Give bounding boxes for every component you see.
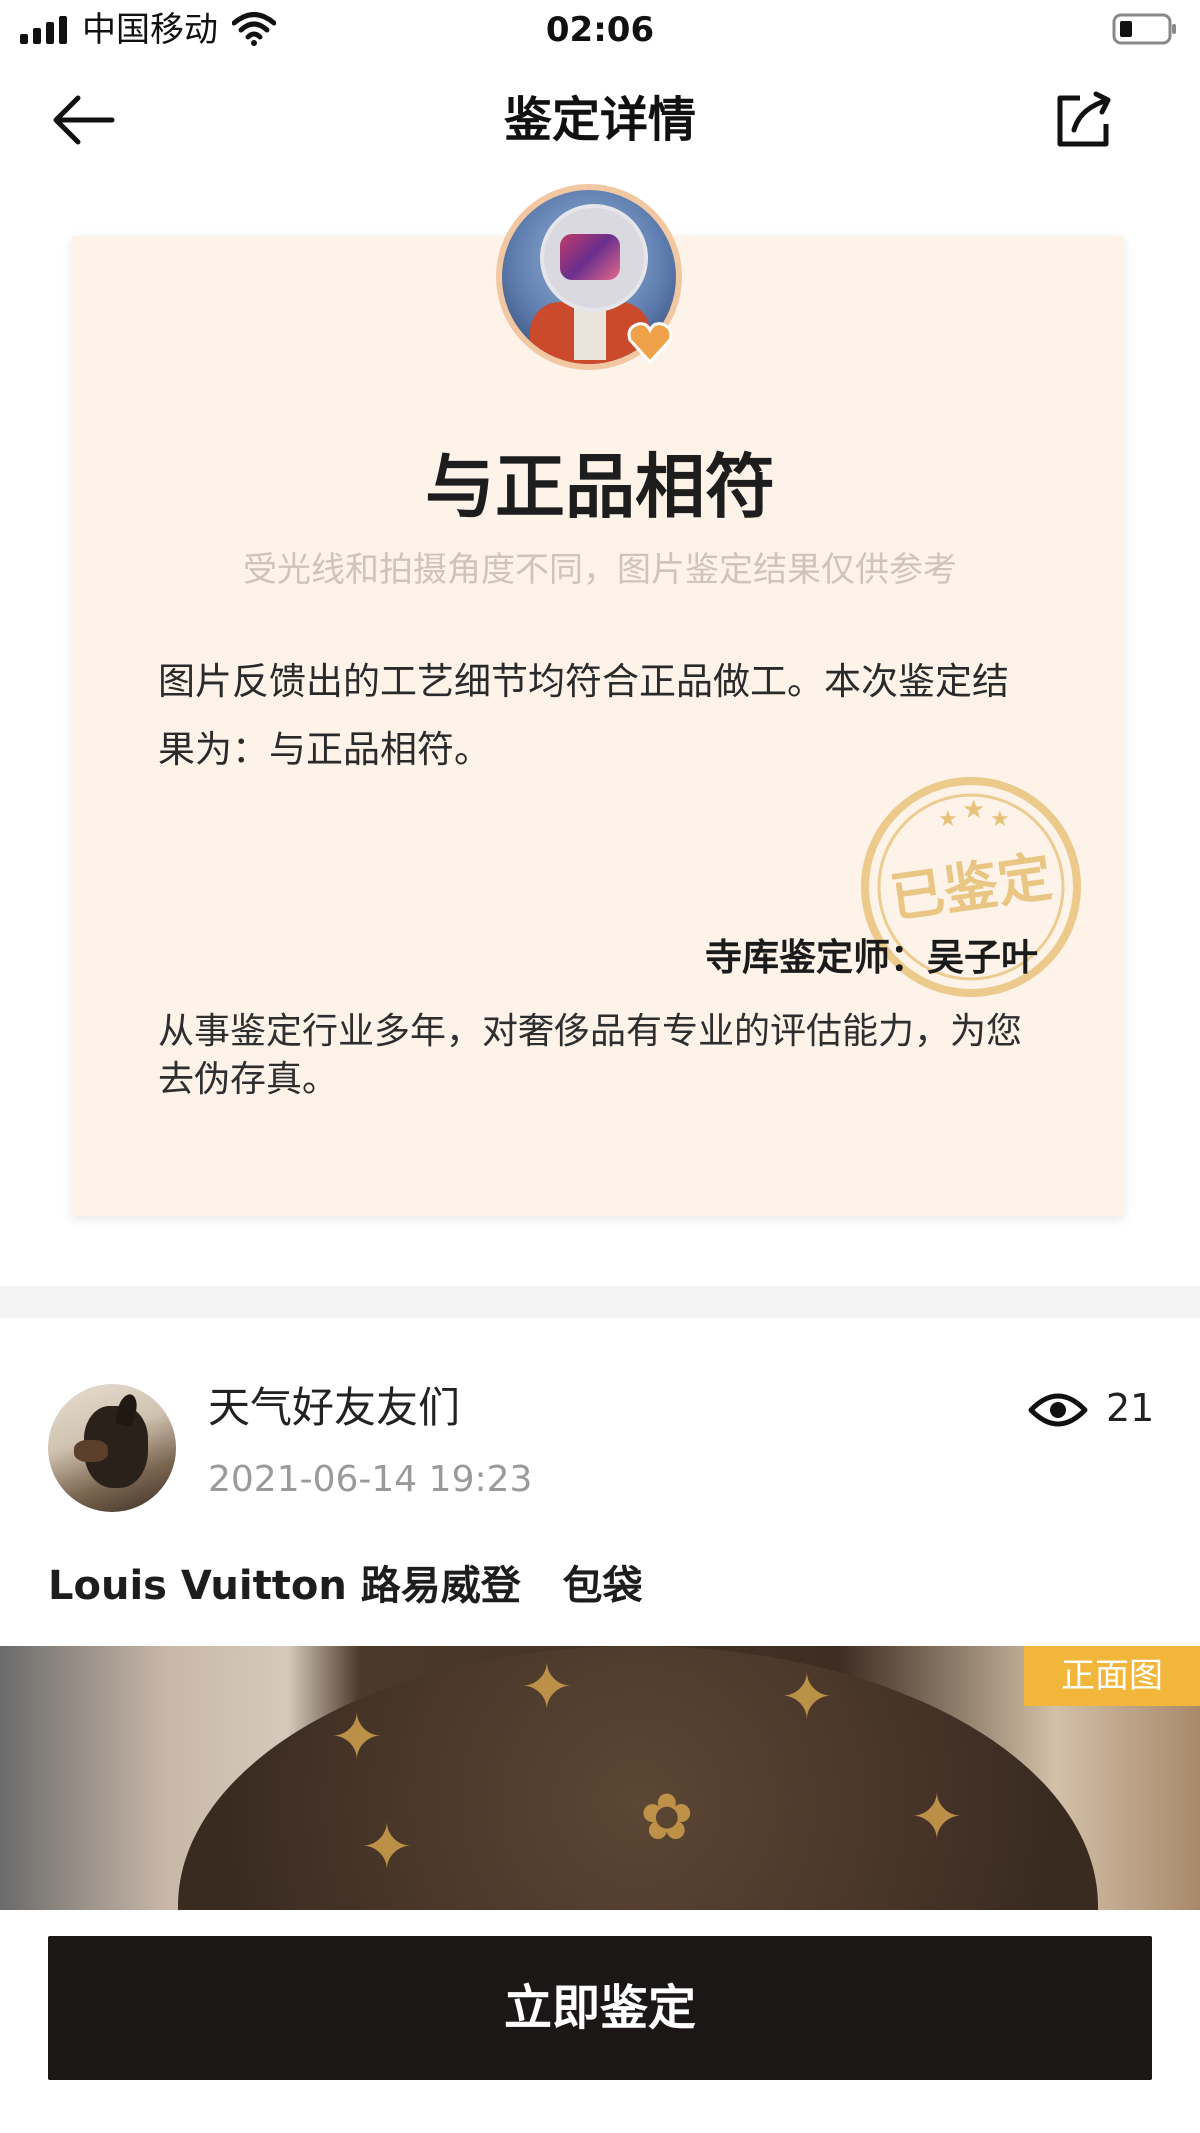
heart-badge-icon (627, 322, 673, 365)
battery-icon (1112, 13, 1176, 45)
post-timestamp: 2021-06-14 19:23 (208, 1459, 533, 1500)
svg-text:★: ★ (990, 807, 1010, 832)
share-icon[interactable] (1054, 90, 1114, 150)
disclaimer-text: 受光线和拍摄角度不同，图片鉴定结果仅供参考 (243, 550, 957, 590)
view-count: 21 (1106, 1386, 1155, 1430)
result-summary: 图片反馈出的工艺细节均符合正品做工。本次鉴定结果为：与正品相符。 (158, 660, 1009, 771)
appraise-now-button[interactable]: 立即鉴定 (48, 1936, 1152, 2080)
status-bar: 中国移动 02:06 (0, 0, 1200, 62)
svg-text:★: ★ (938, 807, 958, 832)
appraiser-bio: 从事鉴定行业多年，对奢侈品有专业的评估能力，为您去伪存真。 (158, 1011, 1023, 1100)
svg-text:★: ★ (962, 795, 985, 825)
photo-tag: 正面图 (1024, 1646, 1200, 1706)
section-divider (0, 1286, 1200, 1318)
seal-text: 已鉴定 (886, 845, 1055, 930)
user-avatar[interactable] (48, 1384, 176, 1512)
page-title: 鉴定详情 (503, 92, 696, 148)
navigation-bar: 鉴定详情 (0, 62, 1200, 178)
appraiser-avatar (496, 184, 682, 370)
post-title: Louis Vuitton 路易威登 包袋 (48, 1563, 643, 1609)
status-time: 02:06 (545, 10, 655, 50)
username[interactable]: 天气好友友们 (208, 1380, 460, 1436)
appraiser-name: 寺库鉴定师：吴子叶 (705, 936, 1038, 979)
eye-icon (1028, 1393, 1088, 1427)
product-photo[interactable]: ✦ ✦ ✦ ✿ ✦ ✦ 正面图 (0, 1646, 1200, 1910)
verdict-title: 与正品相符 (425, 446, 775, 528)
